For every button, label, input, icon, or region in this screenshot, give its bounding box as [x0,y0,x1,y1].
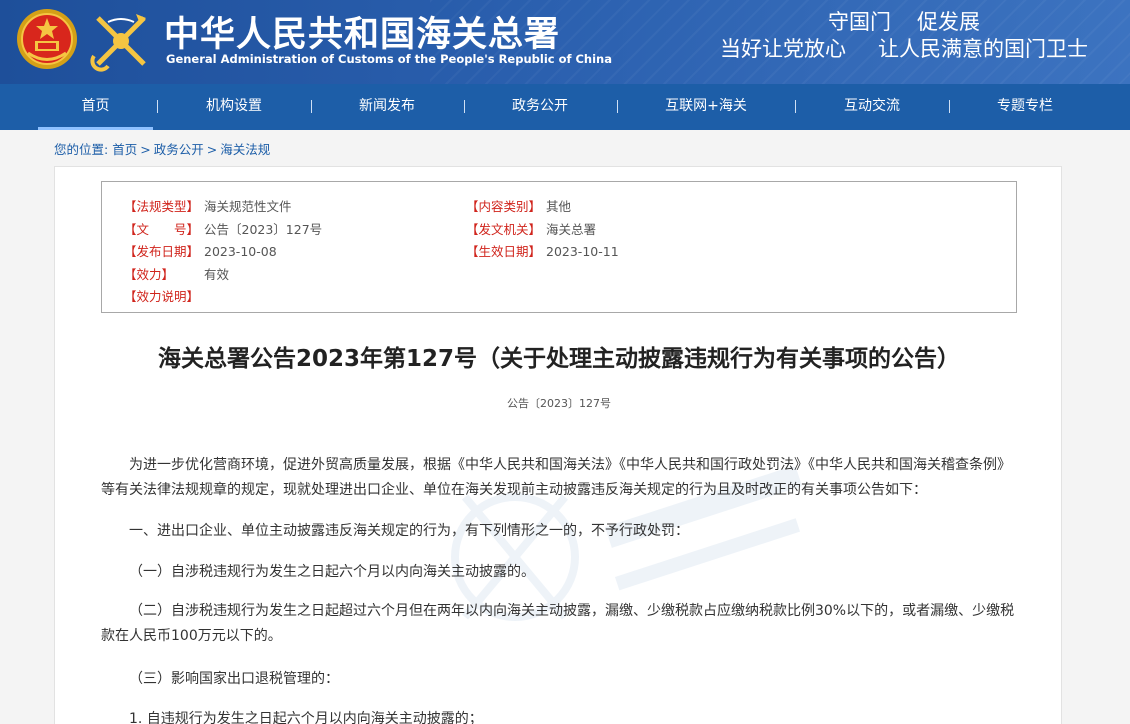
nav-item-government-affairs[interactable]: 政务公开 [481,84,599,130]
meta-value: 有效 [204,267,230,282]
body-paragraph: 为进一步优化营商环境，促进外贸高质量发展，根据《中华人民共和国海关法》《中华人民… [101,457,1011,498]
body-paragraph: （三）影响国家出口退税管理的： [129,671,339,687]
breadcrumb-home[interactable]: 首页 [112,142,137,157]
nav-item-news[interactable]: 新闻发布 [328,84,446,130]
meta-value: 海关规范性文件 [204,199,292,214]
slogan-line-1: 守国门 促发展 [828,6,1006,36]
site-title: 中华人民共和国海关总署 [164,14,561,55]
breadcrumb: 您的位置: 首页 > 政务公开 > 海关法规 [54,139,270,158]
customs-emblem-icon[interactable] [88,8,154,74]
breadcrumb-separator: > [206,142,218,157]
meta-value: 其他 [546,199,572,214]
body-paragraph: 一、进出口企业、单位主动披露违反海关规定的行为，有下列情形之一的，不予行政处罚： [129,523,689,539]
nav-item-topics[interactable]: 专题专栏 [966,84,1084,130]
breadcrumb-prefix: 您的位置: [54,142,109,157]
meta-key: 【文 号】 [124,222,200,237]
meta-key: 【内容类别】 [466,199,542,214]
national-emblem-icon[interactable] [16,8,78,70]
meta-key: 【效力说明】 [124,289,200,304]
meta-key: 【法规类型】 [124,199,200,214]
meta-value: 海关总署 [546,222,597,237]
meta-row-effective-date: 【生效日期】 2023-10-11 [466,241,619,260]
meta-key: 【发文机关】 [466,222,542,237]
slogan-text: 促发展 [917,10,980,34]
nav-separator [464,100,465,113]
document-title: 海关总署公告2023年第127号（关于处理主动披露违规行为有关事项的公告） [157,346,961,372]
nav-separator [157,100,158,113]
meta-key: 【生效日期】 [466,244,542,259]
slogan-text: 守国门 [828,10,891,34]
breadcrumb-separator: > [140,142,151,157]
nav-item-internet-customs[interactable]: 互联网+海关 [635,84,777,130]
slogan-line-2: 当好让党放心 让人民满意的国门卫士 [720,33,1120,63]
meta-row-validity: 【效力】 有效 [124,264,229,283]
meta-value: 公告〔2023〕127号 [204,222,323,237]
nav-item-home[interactable]: 首页 [38,84,153,130]
slogan-text: 当好让党放心 [720,37,846,61]
body-paragraph: （二）自涉税违规行为发生之日起超过六个月但在两年以内向海关主动披露，漏缴、少缴税… [101,603,1015,644]
meta-row-document-number: 【文 号】 公告〔2023〕127号 [124,219,322,238]
meta-row-issuing-authority: 【发文机关】 海关总署 [466,219,596,238]
document-number: 公告〔2023〕127号 [507,397,611,410]
nav-separator [311,100,312,113]
body-paragraph: 1. 自违规行为发生之日起六个月以内向海关主动披露的； [129,711,483,724]
meta-row-publish-date: 【发布日期】 2023-10-08 [124,241,277,260]
meta-row-regulation-type: 【法规类型】 海关规范性文件 [124,196,292,215]
nav-separator [795,100,796,113]
nav-item-interaction[interactable]: 互动交流 [813,84,931,130]
nav-separator [949,100,950,113]
meta-row-content-category: 【内容类别】 其他 [466,196,571,215]
slogan-text: 让人民满意的国门卫士 [878,37,1088,61]
site-subtitle: General Administration of Customs of the… [166,52,613,66]
article-panel: 【法规类型】 海关规范性文件 【文 号】 公告〔2023〕127号 【发布日期】 20… [54,166,1062,724]
nav-item-organization[interactable]: 机构设置 [175,84,293,130]
main-nav: 首页 机构设置 新闻发布 政务公开 互联网+海关 互动交流 专题专栏 [0,84,1130,130]
breadcrumb-government-affairs[interactable]: 政务公开 [154,142,204,157]
nav-separator [617,100,618,113]
site-header: 中华人民共和国海关总署 General Administration of Cu… [0,0,1130,84]
meta-key: 【发布日期】 [124,244,200,259]
body-paragraph: （一）自涉税违规行为发生之日起六个月以内向海关主动披露的。 [129,564,535,580]
meta-value: 2023-10-11 [546,244,619,259]
breadcrumb-customs-regulations[interactable]: 海关法规 [220,142,270,157]
meta-row-validity-note: 【效力说明】 [124,286,204,305]
metadata-table: 【法规类型】 海关规范性文件 【文 号】 公告〔2023〕127号 【发布日期】 20… [101,181,1017,313]
meta-value: 2023-10-08 [204,244,277,259]
meta-key: 【效力】 [124,267,175,282]
